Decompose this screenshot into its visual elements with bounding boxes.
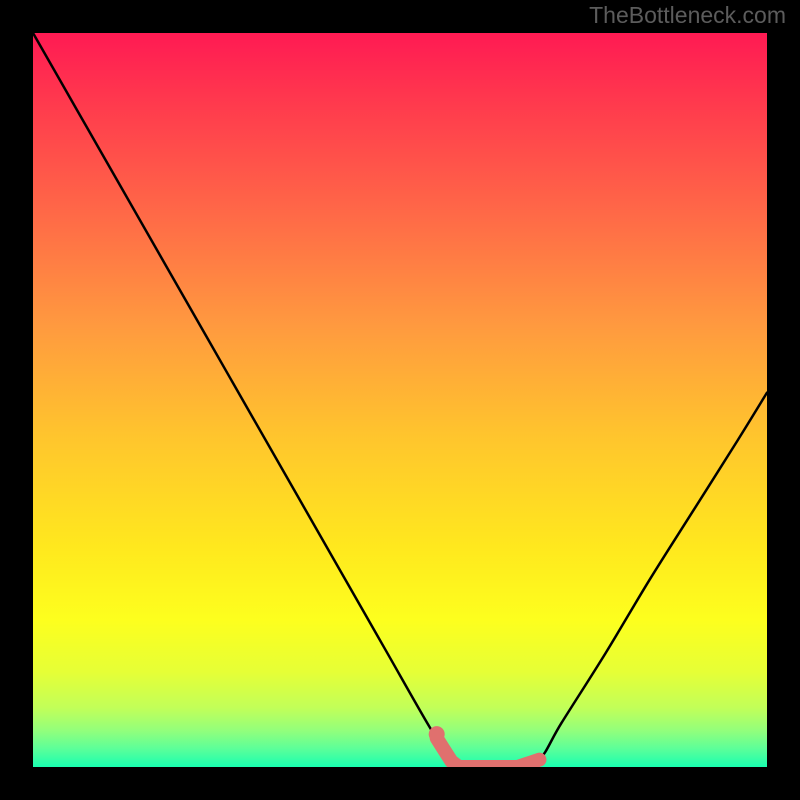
bottom-highlight [437, 738, 540, 767]
plot-area [33, 33, 767, 767]
highlight-start-dot [429, 726, 445, 742]
watermark-text: TheBottleneck.com [589, 2, 786, 29]
chart-container: TheBottleneck.com [0, 0, 800, 800]
highlight-layer [33, 33, 767, 767]
